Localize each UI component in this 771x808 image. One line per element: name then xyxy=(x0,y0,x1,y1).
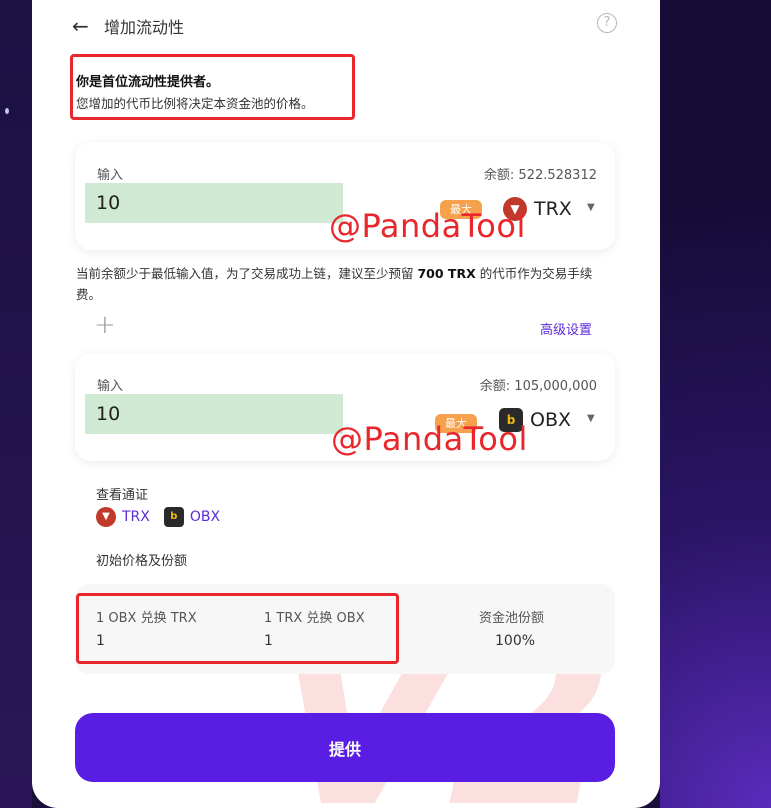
highlight-box-prices xyxy=(76,593,399,664)
arrow-left-icon[interactable]: ← xyxy=(72,14,98,38)
fee-warning: 当前余额少于最低输入值，为了交易成功上链，建议至少预留 700 TRX 的代币作… xyxy=(76,263,616,305)
chevron-down-icon[interactable]: ▼ xyxy=(587,202,595,213)
advanced-settings-link[interactable]: 高级设置 xyxy=(540,319,592,338)
token-selector-trx[interactable]: TRX xyxy=(534,198,572,220)
price-value-trx-obx: 1 xyxy=(264,633,273,649)
balance-text: 余额: 522.528312 xyxy=(483,168,597,183)
background-left xyxy=(0,0,32,808)
initial-price-title: 初始价格及份额 xyxy=(96,554,188,569)
balance-text: 余额: 105,000,000 xyxy=(479,379,597,394)
chevron-down-icon[interactable]: ▼ xyxy=(587,413,595,424)
amount-input-trx[interactable] xyxy=(85,183,343,223)
fee-warning-amount: 700 TRX xyxy=(417,266,476,281)
view-tokens-title: 查看通证 xyxy=(96,488,149,503)
trx-token-icon: ▼ xyxy=(96,507,116,527)
plus-icon: + xyxy=(94,310,116,340)
input-label: 输入 xyxy=(97,379,124,394)
price-header-obx-trx: 1 OBX 兑换 TRX xyxy=(96,611,197,626)
token-links: ▼ TRX b OBX xyxy=(96,507,228,527)
pool-share-value: 100% xyxy=(495,633,536,649)
input-label: 输入 xyxy=(97,168,124,183)
question-circle-icon[interactable]: ? xyxy=(597,13,617,33)
page-title: 增加流动性 xyxy=(104,18,185,37)
price-header-trx-obx: 1 TRX 兑换 OBX xyxy=(264,611,365,626)
watermark-text: @PandaTool xyxy=(329,207,526,245)
ratio-notice: 您增加的代币比例将决定本资金池的价格。 xyxy=(76,96,314,111)
obx-token-icon: b xyxy=(163,507,184,527)
price-value-obx-trx: 1 xyxy=(96,633,105,649)
add-liquidity-panel: V2 ← 增加流动性 ? 你是首位流动性提供者。 您增加的代币比例将决定本资金池… xyxy=(32,0,660,808)
fee-warning-pre: 当前余额少于最低输入值，为了交易成功上链，建议至少预留 xyxy=(76,266,418,281)
amount-input-obx[interactable] xyxy=(85,394,343,434)
background-right xyxy=(660,0,771,808)
token-link-trx[interactable]: TRX xyxy=(122,509,150,525)
token-selector-obx[interactable]: OBX xyxy=(530,409,571,431)
supply-button[interactable]: 提供 xyxy=(75,713,615,782)
first-provider-notice: 你是首位流动性提供者。 xyxy=(76,75,220,90)
star-dot xyxy=(5,108,9,114)
watermark-text: @PandaTool xyxy=(331,420,528,458)
token-link-obx[interactable]: OBX xyxy=(190,509,220,525)
header: ← 增加流动性 xyxy=(72,14,184,38)
pool-share-header: 资金池份额 xyxy=(479,611,545,626)
